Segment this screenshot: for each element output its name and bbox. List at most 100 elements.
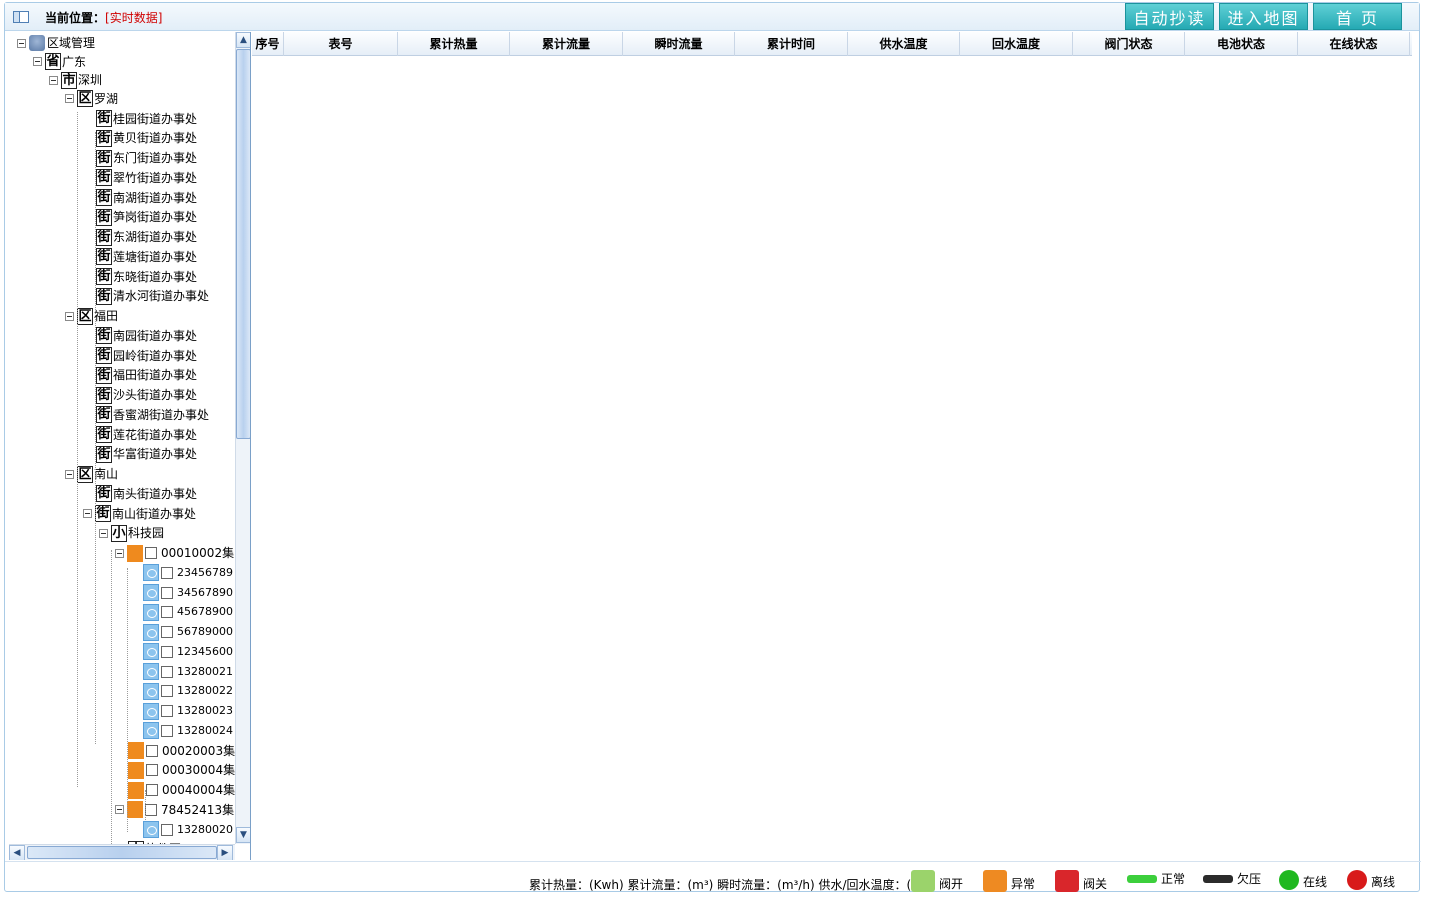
tree-node-meter[interactable]: 56789000	[143, 623, 233, 641]
tree-node-street[interactable]: 街南湖街道办事处	[96, 189, 197, 207]
tree-node-concentrator[interactable]: 78452413集中	[115, 801, 235, 819]
tree-node-meter[interactable]: 12345600	[143, 643, 233, 661]
scroll-thumb[interactable]	[236, 49, 250, 439]
tree-node-label: 东湖街道办事处	[113, 230, 198, 245]
tree-node-community[interactable]: 小科技园	[99, 524, 164, 542]
collapse-toggle-icon[interactable]	[99, 528, 108, 538]
tree-node-street[interactable]: 街福田街道办事处	[96, 366, 197, 384]
tree-node-street[interactable]: 街莲塘街道办事处	[96, 248, 197, 266]
scroll-down-icon[interactable]: ▼	[236, 827, 250, 843]
select-checkbox[interactable]	[146, 764, 158, 777]
enter-map-button[interactable]: 进入地图	[1219, 3, 1308, 30]
tree-node-street[interactable]: 街园岭街道办事处	[96, 347, 197, 365]
tree-node-province[interactable]: 省广东	[33, 53, 86, 71]
tree-node-district[interactable]: 区南山	[65, 465, 118, 483]
tree-node-street[interactable]: 街东晓街道办事处	[96, 268, 197, 286]
select-checkbox[interactable]	[161, 685, 173, 698]
tree-node-street[interactable]: 街东门街道办事处	[96, 149, 197, 167]
tree-node-concentrator[interactable]: 00020003集中	[128, 742, 235, 760]
column-header[interactable]: 累计时间	[735, 32, 848, 56]
column-header[interactable]: 阀门状态	[1073, 32, 1185, 56]
tree-node-meter[interactable]: 13280021	[143, 663, 233, 681]
tree-node-street[interactable]: 街南园街道办事处	[96, 327, 197, 345]
tree-node-meter[interactable]: 23456789	[143, 564, 233, 582]
scroll-up-icon[interactable]: ▲	[236, 32, 250, 48]
concentrator-icon	[127, 544, 143, 562]
select-checkbox[interactable]	[161, 645, 173, 658]
valve-closed-icon	[1055, 870, 1079, 892]
tree-node-street[interactable]: 街南头街道办事处	[96, 485, 197, 503]
collapse-toggle-icon[interactable]	[83, 509, 92, 519]
tree-node-street[interactable]: 街翠竹街道办事处	[96, 169, 197, 187]
select-checkbox[interactable]	[161, 705, 173, 718]
scroll-left-icon[interactable]: ◀	[9, 845, 25, 860]
tree-node-concentrator[interactable]: 00010002集中	[115, 544, 235, 562]
collapse-toggle-icon[interactable]	[65, 94, 74, 104]
hscroll-thumb[interactable]	[27, 846, 217, 859]
select-checkbox[interactable]	[161, 724, 173, 737]
tree-node-street[interactable]: 街香蜜湖街道办事处	[96, 406, 209, 424]
tree-node-meter[interactable]: 13280024	[143, 722, 233, 740]
column-header[interactable]: 回水温度	[960, 32, 1073, 56]
breadcrumb: 当前位置：[实时数据]	[45, 9, 162, 26]
collapse-toggle-icon[interactable]	[65, 311, 74, 321]
tree-horizontal-scrollbar[interactable]: ◀ ▶	[9, 844, 235, 860]
select-checkbox[interactable]	[161, 566, 173, 579]
column-header[interactable]: 累计流量	[510, 32, 623, 56]
legend-label: 正常	[1161, 872, 1186, 886]
column-header[interactable]: 供水温度	[848, 32, 960, 56]
scroll-right-icon[interactable]: ▶	[217, 845, 233, 860]
home-button[interactable]: 首 页	[1313, 3, 1402, 30]
tree-node-district[interactable]: 区罗湖	[65, 90, 118, 108]
tree-node-street[interactable]: 街桂园街道办事处	[96, 110, 197, 128]
collapse-toggle-icon[interactable]	[49, 75, 58, 85]
tree-node-district[interactable]: 区福田	[65, 307, 118, 325]
meter-icon	[143, 821, 159, 839]
tree-node-street[interactable]: 街南山街道办事处	[83, 505, 196, 523]
app-frame: 当前位置：[实时数据] 自动抄读 进入地图 首 页 区域管理省广东市深圳区罗湖街…	[4, 2, 1421, 892]
collapse-toggle-icon[interactable]	[65, 469, 74, 479]
tree-vertical-scrollbar[interactable]: ▲ ▼	[235, 32, 250, 844]
select-checkbox[interactable]	[161, 665, 173, 678]
collapse-toggle-icon[interactable]	[17, 38, 26, 48]
tree-guide-line	[127, 568, 128, 832]
meter-icon	[143, 603, 159, 621]
tree-node-meter[interactable]: 13280022	[143, 682, 233, 700]
select-checkbox[interactable]	[161, 823, 173, 836]
tree-node-meter[interactable]: 13280023	[143, 702, 233, 720]
tree-node-street[interactable]: 街莲花街道办事处	[96, 426, 197, 444]
tree-node-street[interactable]: 街清水河街道办事处	[96, 287, 209, 305]
concentrator-icon	[128, 781, 144, 799]
tree-node-street[interactable]: 街东湖街道办事处	[96, 228, 197, 246]
select-checkbox[interactable]	[161, 586, 173, 599]
tree-node-meter[interactable]: 45678900	[143, 603, 233, 621]
select-checkbox[interactable]	[146, 784, 158, 797]
tree-node-city[interactable]: 市深圳	[49, 71, 102, 89]
column-header[interactable]: 序号	[252, 32, 284, 56]
column-header[interactable]: 表号	[284, 32, 398, 56]
collapse-toggle-icon[interactable]	[115, 805, 124, 815]
column-header[interactable]: 在线状态	[1298, 32, 1410, 56]
tree-root[interactable]: 区域管理	[17, 34, 95, 52]
select-checkbox[interactable]	[161, 606, 173, 619]
panel-toggle-icon[interactable]	[13, 11, 29, 23]
valve-open-icon	[911, 870, 935, 892]
tree-node-street[interactable]: 街华富街道办事处	[96, 445, 197, 463]
tree-node-street[interactable]: 街笋岗街道办事处	[96, 208, 197, 226]
collapse-toggle-icon[interactable]	[33, 57, 42, 67]
select-checkbox[interactable]	[161, 626, 173, 639]
auto-read-button[interactable]: 自动抄读	[1125, 3, 1214, 30]
column-header[interactable]: 累计热量	[398, 32, 510, 56]
tree-node-meter[interactable]: 34567890	[143, 584, 233, 602]
tree-node-street[interactable]: 街沙头街道办事处	[96, 386, 197, 404]
collapse-toggle-icon[interactable]	[115, 548, 124, 558]
tree-node-meter[interactable]: 13280020	[143, 821, 233, 839]
column-header[interactable]: 电池状态	[1185, 32, 1298, 56]
tree-node-concentrator[interactable]: 00030004集中	[128, 761, 235, 779]
tree-node-street[interactable]: 街黄贝街道办事处	[96, 129, 197, 147]
select-checkbox[interactable]	[145, 547, 157, 560]
select-checkbox[interactable]	[146, 744, 158, 757]
column-header[interactable]: 瞬时流量	[623, 32, 735, 56]
select-checkbox[interactable]	[145, 803, 157, 816]
concentrator-icon	[128, 742, 144, 760]
